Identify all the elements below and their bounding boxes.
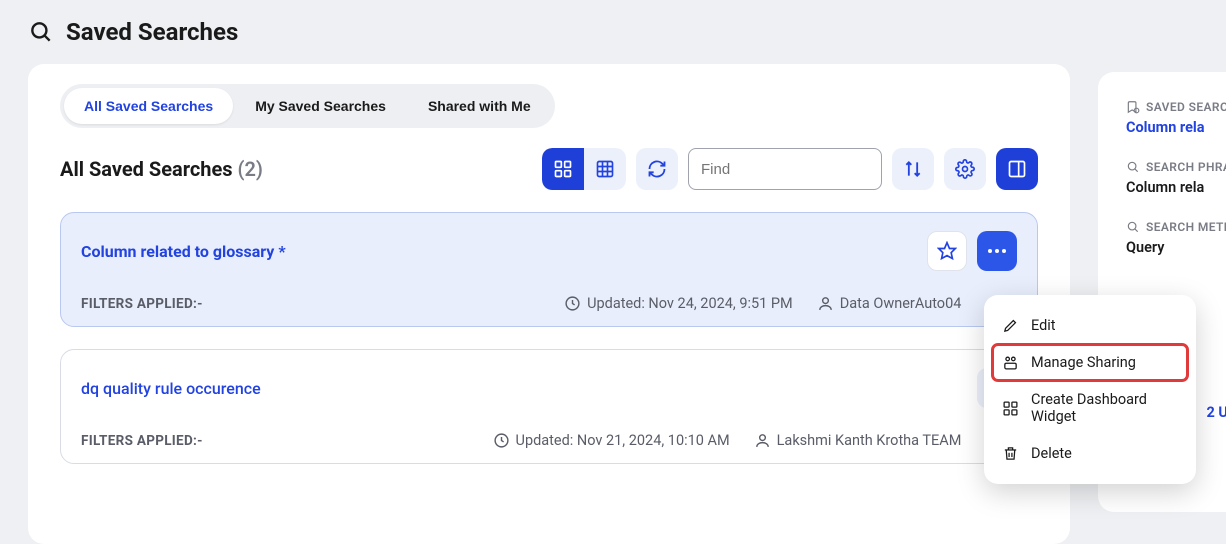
filters-applied-label: FILTERS APPLIED:- xyxy=(81,296,203,312)
card-header-row: dq quality rule occurence xyxy=(81,368,1017,408)
page-title: Saved Searches xyxy=(66,18,238,46)
tab-all-saved[interactable]: All Saved Searches xyxy=(64,88,233,124)
menu-delete[interactable]: Delete xyxy=(992,435,1188,472)
panel-toggle-button[interactable] xyxy=(996,148,1038,190)
pencil-icon xyxy=(1002,317,1019,334)
card-meta-row: FILTERS APPLIED:- Updated: Nov 24, 2024,… xyxy=(81,295,1017,312)
gear-icon xyxy=(955,159,975,179)
star-icon xyxy=(937,241,957,261)
card-actions xyxy=(927,231,1017,271)
settings-button[interactable] xyxy=(944,148,986,190)
sort-icon xyxy=(903,159,923,179)
search-method-label: SEARCH METH xyxy=(1126,220,1226,234)
user-icon xyxy=(754,432,771,449)
view-toggle xyxy=(542,148,626,190)
section-title: All Saved Searches (2) xyxy=(60,157,263,181)
saved-search-title[interactable]: Column related to glossary * xyxy=(81,242,286,261)
table-icon xyxy=(595,159,615,179)
search-icon xyxy=(1126,220,1140,234)
tab-my-saved[interactable]: My Saved Searches xyxy=(235,88,406,124)
updated-text: Updated: Nov 21, 2024, 10:10 AM xyxy=(516,432,730,449)
page-header: Saved Searches xyxy=(0,0,1226,56)
saved-search-label: SAVED SEARC xyxy=(1126,100,1226,114)
clock-icon xyxy=(564,295,581,312)
search-phrase-value: Column rela xyxy=(1126,179,1226,196)
menu-edit[interactable]: Edit xyxy=(992,307,1188,344)
search-icon xyxy=(28,19,54,45)
owner-meta: Data OwnerAuto04 xyxy=(817,295,962,312)
refresh-icon xyxy=(647,159,667,179)
search-method-value: Query xyxy=(1126,239,1226,256)
clock-icon xyxy=(493,432,510,449)
share-people-icon xyxy=(1002,354,1019,371)
result-count: (2) xyxy=(238,157,263,181)
trash-icon xyxy=(1002,445,1019,462)
more-actions-button[interactable] xyxy=(977,231,1017,271)
section-title-text: All Saved Searches xyxy=(60,157,233,181)
search-phrase-label: SEARCH PHRA xyxy=(1126,160,1226,174)
tab-shared-with-me[interactable]: Shared with Me xyxy=(408,88,551,124)
bookmark-icon xyxy=(1126,100,1140,114)
updated-meta: Updated: Nov 21, 2024, 10:10 AM xyxy=(493,432,730,449)
table-view-button[interactable] xyxy=(584,148,626,190)
context-menu: Edit Manage Sharing Create Dashboard Wid… xyxy=(984,295,1196,484)
toolbar xyxy=(542,148,1038,190)
dots-icon xyxy=(987,248,1007,254)
menu-create-dashboard-widget[interactable]: Create Dashboard Widget xyxy=(992,381,1188,435)
menu-manage-sharing[interactable]: Manage Sharing xyxy=(992,344,1188,381)
main-panel: All Saved Searches My Saved Searches Sha… xyxy=(28,64,1070,544)
find-box[interactable] xyxy=(688,148,882,190)
card-header-row: Column related to glossary * xyxy=(81,231,1017,271)
saved-search-title[interactable]: dq quality rule occurence xyxy=(81,379,261,398)
tab-group: All Saved Searches My Saved Searches Sha… xyxy=(60,84,555,128)
widget-icon xyxy=(1002,400,1019,417)
owner-text: Lakshmi Kanth Krotha TEAM xyxy=(777,432,962,449)
section-head: All Saved Searches (2) xyxy=(60,148,1038,190)
sort-button[interactable] xyxy=(892,148,934,190)
panel-icon xyxy=(1007,159,1027,179)
grid-view-button[interactable] xyxy=(542,148,584,190)
favorite-button[interactable] xyxy=(927,231,967,271)
search-icon xyxy=(1126,160,1140,174)
find-input[interactable] xyxy=(701,161,900,178)
updated-text: Updated: Nov 24, 2024, 9:51 PM xyxy=(587,295,793,312)
updated-meta: Updated: Nov 24, 2024, 9:51 PM xyxy=(564,295,793,312)
saved-search-card[interactable]: dq quality rule occurence FILTERS APPLIE… xyxy=(60,349,1038,464)
owner-meta: Lakshmi Kanth Krotha TEAM xyxy=(754,432,962,449)
owner-text: Data OwnerAuto04 xyxy=(840,295,962,312)
filters-applied-label-side: PPL xyxy=(1126,280,1226,294)
filters-applied-label: FILTERS APPLIED:- xyxy=(81,433,203,449)
refresh-button[interactable] xyxy=(636,148,678,190)
user-icon xyxy=(817,295,834,312)
saved-search-card[interactable]: Column related to glossary * FILTERS APP… xyxy=(60,212,1038,327)
grid-icon xyxy=(553,159,573,179)
saved-search-name[interactable]: Column rela xyxy=(1126,119,1226,136)
card-meta-row: FILTERS APPLIED:- Updated: Nov 21, 2024,… xyxy=(81,432,1017,449)
